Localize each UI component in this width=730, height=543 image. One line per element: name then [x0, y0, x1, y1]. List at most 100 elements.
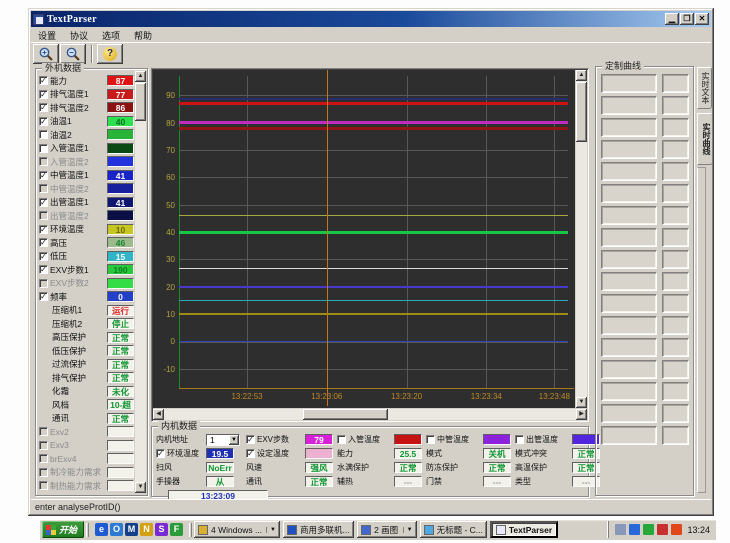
custom-curve-value-field[interactable] — [662, 96, 689, 115]
custom-curve-name-field[interactable] — [601, 316, 657, 335]
notes-icon[interactable]: N — [140, 523, 153, 536]
scroll-thumb[interactable] — [135, 83, 146, 121]
checkbox[interactable]: ✓ — [39, 117, 48, 126]
security-icon[interactable]: S — [155, 523, 168, 536]
task-button[interactable]: 无标题 - C... — [420, 521, 487, 538]
checkbox[interactable] — [337, 435, 346, 444]
custom-curve-value-field[interactable] — [662, 140, 689, 159]
checkbox[interactable]: ✓ — [156, 449, 165, 458]
custom-curve-value-field[interactable] — [662, 426, 689, 445]
checkbox[interactable] — [39, 454, 48, 463]
scroll-down-arrow[interactable]: ▼ — [576, 397, 587, 408]
custom-curve-value-field[interactable] — [662, 272, 689, 291]
custom-curve-name-field[interactable] — [601, 338, 657, 357]
task-button[interactable]: 商用多联机... — [283, 521, 354, 538]
custom-curve-name-field[interactable] — [601, 382, 657, 401]
checkbox[interactable] — [39, 157, 48, 166]
custom-curve-value-field[interactable] — [662, 360, 689, 379]
custom-curve-name-field[interactable] — [601, 96, 657, 115]
checkbox[interactable]: ✓ — [39, 252, 48, 261]
minimize-button[interactable]: ▁ — [665, 13, 679, 25]
side-tab-realtime-curve[interactable]: 实时曲线 — [697, 113, 713, 165]
custom-curve-value-field[interactable] — [662, 382, 689, 401]
start-button[interactable]: 开始 — [42, 521, 84, 538]
checkbox[interactable]: ✓ — [39, 265, 48, 274]
custom-curve-name-field[interactable] — [601, 294, 657, 313]
side-tab-realtime-text[interactable]: 实时文本 — [697, 67, 712, 109]
task-button[interactable]: TextParser — [490, 521, 558, 538]
media-icon[interactable]: M — [125, 523, 138, 536]
checkbox[interactable]: ✓ — [39, 103, 48, 112]
update-tray-icon[interactable] — [643, 524, 654, 535]
scroll-thumb[interactable] — [576, 82, 587, 142]
custom-curve-value-field[interactable] — [662, 228, 689, 247]
custom-curve-name-field[interactable] — [601, 404, 657, 423]
flash-tray-icon[interactable] — [671, 524, 682, 535]
custom-curve-value-field[interactable] — [662, 316, 689, 335]
custom-curve-name-field[interactable] — [601, 228, 657, 247]
checkbox[interactable]: ✓ — [39, 292, 48, 301]
scroll-right-arrow[interactable]: ▶ — [576, 409, 587, 420]
custom-curve-value-field[interactable] — [662, 294, 689, 313]
checkbox[interactable]: ✓ — [39, 225, 48, 234]
menu-settings[interactable]: 设置 — [31, 28, 63, 43]
checkbox[interactable] — [39, 279, 48, 288]
maximize-button[interactable]: ❐ — [680, 13, 694, 25]
custom-curve-name-field[interactable] — [601, 162, 657, 181]
custom-curve-value-field[interactable] — [662, 184, 689, 203]
checkbox[interactable] — [39, 468, 48, 477]
custom-curve-name-field[interactable] — [601, 118, 657, 137]
custom-curve-name-field[interactable] — [601, 184, 657, 203]
scroll-up-arrow[interactable]: ▲ — [135, 71, 146, 82]
zoom-in-button[interactable] — [33, 44, 59, 64]
scroll-thumb[interactable] — [303, 409, 388, 420]
custom-curve-value-field[interactable] — [662, 162, 689, 181]
network-tray-icon[interactable] — [657, 524, 668, 535]
custom-curve-name-field[interactable] — [601, 206, 657, 225]
checkbox[interactable] — [39, 211, 48, 220]
task-dropdown-arrow-icon[interactable]: ▼ — [403, 527, 413, 533]
custom-curve-value-field[interactable] — [662, 338, 689, 357]
folder-icon[interactable]: F — [170, 523, 183, 536]
scroll-left-arrow[interactable]: ◀ — [153, 409, 164, 420]
checkbox[interactable]: ✓ — [39, 171, 48, 180]
checkbox[interactable] — [39, 441, 48, 450]
checkbox[interactable] — [39, 184, 48, 193]
close-button[interactable]: ✕ — [695, 13, 709, 25]
msn-tray-icon[interactable] — [629, 524, 640, 535]
custom-curve-value-field[interactable] — [662, 206, 689, 225]
checkbox[interactable]: ✓ — [246, 435, 255, 444]
custom-curve-name-field[interactable] — [601, 250, 657, 269]
checkbox[interactable]: ✓ — [246, 449, 255, 458]
checkbox[interactable]: ✓ — [39, 238, 48, 247]
scroll-up-arrow[interactable]: ▲ — [576, 70, 587, 81]
help-button[interactable]: ? — [97, 44, 123, 64]
menu-help[interactable]: 帮助 — [127, 28, 159, 43]
ie-icon[interactable]: e — [95, 523, 108, 536]
scroll-down-arrow[interactable]: ▼ — [135, 482, 146, 493]
chart-horizontal-scrollbar[interactable]: ◀▶ — [153, 409, 587, 420]
task-button[interactable]: 4 Windows ...▼ — [194, 521, 280, 538]
checkbox[interactable] — [39, 427, 48, 436]
outdoor-scrollbar[interactable]: ▲▼ — [135, 71, 146, 493]
checkbox[interactable] — [39, 144, 48, 153]
custom-curve-name-field[interactable] — [601, 140, 657, 159]
menu-options[interactable]: 选项 — [95, 28, 127, 43]
custom-curve-value-field[interactable] — [662, 74, 689, 93]
custom-curve-value-field[interactable] — [662, 118, 689, 137]
checkbox[interactable] — [426, 435, 435, 444]
chart-vertical-scrollbar[interactable]: ▲▼ — [576, 70, 587, 408]
checkbox[interactable] — [39, 130, 48, 139]
checkbox[interactable]: ✓ — [39, 90, 48, 99]
checkbox[interactable] — [515, 435, 524, 444]
checkbox[interactable]: ✓ — [39, 198, 48, 207]
task-button[interactable]: 2 画图▼ — [357, 521, 417, 538]
custom-curve-name-field[interactable] — [601, 74, 657, 93]
custom-curve-name-field[interactable] — [601, 272, 657, 291]
zoom-out-button[interactable] — [60, 44, 86, 64]
task-dropdown-arrow-icon[interactable]: ▼ — [266, 527, 276, 533]
menu-protocol[interactable]: 协议 — [63, 28, 95, 43]
indoor-address-select[interactable]: 1▼ — [206, 434, 240, 446]
checkbox[interactable]: ✓ — [39, 76, 48, 85]
dropdown-arrow-icon[interactable]: ▼ — [229, 435, 239, 445]
